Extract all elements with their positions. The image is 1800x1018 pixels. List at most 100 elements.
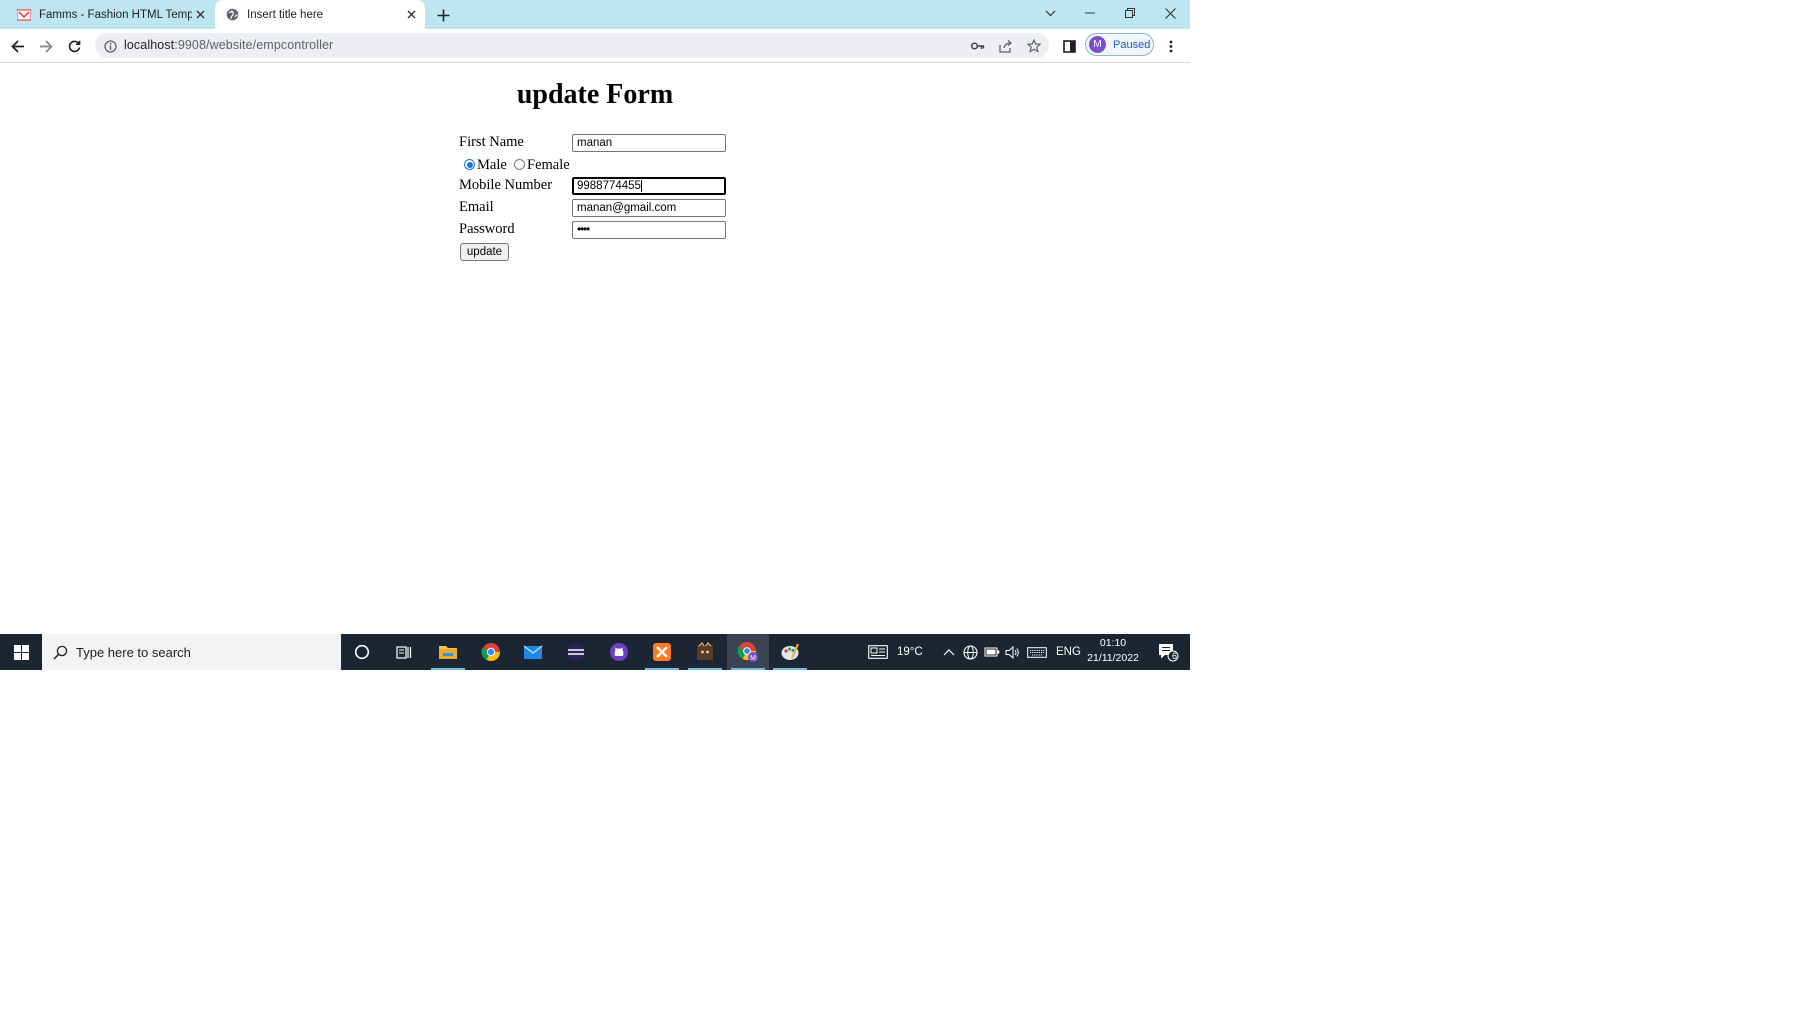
screen: Famms - Fashion HTML Template Insert tit… [0,0,1190,670]
plus-icon [437,9,449,21]
side-panel-icon [1062,39,1076,53]
search-placeholder: Type here to search [76,644,191,660]
url-path: :9908/website/empcontroller [174,38,334,52]
minimize-icon [1085,12,1095,14]
first-name-label: First Name [459,134,524,150]
chrome-profile-icon: M [737,642,758,662]
news-widget-icon [868,645,888,659]
reload-icon [68,40,80,52]
bookmark-star-icon[interactable] [1024,36,1044,56]
famms-favicon-icon [17,8,31,22]
notification-center-button[interactable]: 6 [1148,634,1188,670]
forward-button[interactable] [33,33,59,59]
key-icon[interactable] [968,36,988,56]
tomcat-button[interactable] [684,634,726,670]
file-explorer-button[interactable] [427,634,469,670]
chrome-profile-button[interactable]: M [727,634,769,670]
update-button[interactable]: update [460,243,509,261]
password-input[interactable]: •••• [572,221,726,239]
cortana-circle-icon [354,644,370,660]
start-button[interactable] [0,634,42,670]
new-tab-button[interactable] [433,5,453,25]
globe-network-icon [963,644,978,660]
female-label: Female [527,157,570,173]
tab-title: Insert title here [247,8,324,21]
notification-count: 6 [1172,651,1178,661]
keyboard-tray-icon[interactable] [1027,634,1047,670]
tomcat-icon [697,642,713,660]
mobile-number-input[interactable]: 9988774455 [572,177,726,195]
side-panel-button[interactable] [1056,33,1082,59]
xampp-icon [653,643,671,661]
tab-title: Famms - Fashion HTML Template [39,8,192,21]
taskbar: Type here to search M 19°C ENG 01:10 21/… [0,634,1190,670]
paint-palette-icon [781,643,799,660]
reload-button[interactable] [61,33,87,59]
battery-tray-icon[interactable] [984,634,1000,670]
email-input[interactable]: manan@gmail.com [572,199,726,217]
restore-icon [1125,8,1135,18]
first-name-input[interactable]: manan [572,134,726,152]
close-tab-icon[interactable] [192,7,208,23]
male-radio[interactable] [464,159,475,170]
profile-button[interactable]: M Paused [1085,33,1154,56]
keyboard-icon [1027,646,1047,658]
email-label: Email [459,199,494,215]
network-tray-icon[interactable] [963,634,978,670]
url-text[interactable]: localhost:9908/website/empcontroller [124,38,333,52]
text-cursor [640,180,642,192]
chevron-up-icon [943,648,955,655]
close-window-button[interactable] [1150,0,1190,26]
task-view-icon [396,645,412,659]
tab-strip: Famms - Fashion HTML Template Insert tit… [0,0,1190,29]
mobile-number-value: 9988774455 [577,180,641,192]
page-content: update Form First Name manan Male Female… [0,63,1190,634]
tab-famms[interactable]: Famms - Fashion HTML Template [8,0,214,29]
menu-button[interactable] [1158,33,1184,59]
restore-button[interactable] [1110,0,1150,26]
xampp-button[interactable] [641,634,683,670]
svg-text:M: M [750,655,756,662]
speaker-icon [1005,645,1019,659]
close-tab-icon[interactable] [403,7,419,23]
globe-icon [225,8,239,22]
volume-tray-icon[interactable] [1005,634,1020,670]
browser-toolbar: localhost:9908/website/empcontroller M P… [0,29,1190,63]
cortana-button[interactable] [341,634,383,670]
chevron-down-icon [1045,10,1055,16]
minimize-button[interactable] [1070,0,1110,26]
paint-button[interactable] [769,634,811,670]
address-bar[interactable]: localhost:9908/website/empcontroller [95,33,1049,58]
search-icon [53,645,68,660]
female-radio[interactable] [514,159,525,170]
github-button[interactable] [598,634,640,670]
chrome-icon [481,643,500,662]
profile-status: Paused [1113,38,1151,51]
share-icon[interactable] [996,36,1016,56]
arrow-right-icon [40,39,53,53]
taskbar-search-box[interactable]: Type here to search [42,634,341,670]
tab-search-button[interactable] [1030,0,1070,26]
mail-button[interactable] [512,634,554,670]
mail-icon [523,644,543,659]
folder-icon [439,646,457,659]
windows-logo-icon [13,644,29,660]
page-title: update Form [516,79,674,110]
show-hidden-icons-button[interactable] [943,634,955,670]
url-host: localhost [124,38,175,52]
avatar: M [1089,36,1106,53]
back-button[interactable] [5,33,31,59]
task-view-button[interactable] [383,634,425,670]
language-indicator[interactable]: ENG [1056,634,1081,670]
github-icon [610,643,628,661]
eclipse-button[interactable] [555,634,597,670]
close-icon [1164,7,1176,19]
chrome-button[interactable] [470,634,512,670]
weather-widget[interactable]: 19°C [868,634,923,670]
clock[interactable]: 01:10 21/11/2022 [1084,636,1142,666]
more-vert-icon [1169,40,1173,52]
male-label: Male [477,157,507,173]
info-icon[interactable] [100,36,120,56]
tab-insert-title[interactable]: Insert title here [215,0,425,29]
clock-time: 01:10 [1099,637,1127,649]
